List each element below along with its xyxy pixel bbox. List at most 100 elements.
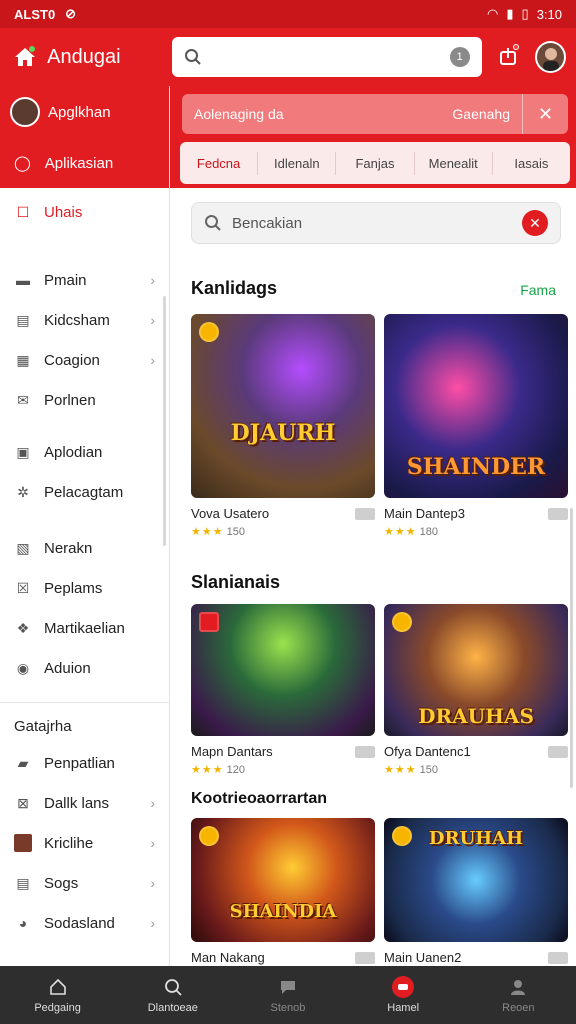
tab-1[interactable]: Idlenaln	[258, 151, 337, 175]
tab-2[interactable]: Fanjas	[336, 151, 415, 175]
bottom-nav: Pedgaing Dlantoeae Stenob Hamel Reoen	[0, 966, 576, 1024]
square-icon: ☐	[16, 203, 30, 220]
sidebar-item-7[interactable]: ☒ Peplams	[0, 568, 169, 608]
coin-icon	[392, 612, 412, 632]
home-outline-icon	[47, 976, 69, 998]
sidebar-item-label: Kidcsham	[44, 311, 110, 329]
sidebar-item-2[interactable]: ▦ Coagion ›	[0, 340, 169, 380]
sidebar-item-8[interactable]: ❖ Martikaelian	[0, 608, 169, 648]
game-name: Mapn Dantars	[191, 744, 273, 759]
section-title: Kanlidags	[191, 278, 278, 298]
sidebar-item-6[interactable]: ▧ Nerakn	[0, 528, 169, 568]
search-icon	[184, 49, 201, 65]
nav-item-0[interactable]: Pedgaing	[13, 976, 103, 1014]
card-rating: ★★★ 150	[384, 763, 568, 776]
close-icon[interactable]: ✕	[522, 94, 568, 134]
search-icon	[205, 215, 221, 231]
sidebar-section-item-4[interactable]: ◕ Sodasland ›	[0, 903, 169, 943]
sidebar-item-label: Peplams	[44, 579, 103, 597]
game-card[interactable]: SHAINDER Main Dantep3 ★★★ 180	[384, 314, 568, 538]
home-icon[interactable]	[10, 42, 39, 72]
sidebar-item-label: Kriclihe	[44, 834, 94, 852]
clear-icon[interactable]: ✕	[522, 210, 548, 236]
chevron-right-icon: ›	[150, 352, 155, 368]
game-logo: SHAINDER	[406, 453, 546, 480]
nav-label: Stenob	[270, 1002, 306, 1014]
game-card[interactable]: Mapn Dantars ★★★ 120	[191, 604, 375, 776]
sidebar-profile[interactable]: Apglkhan	[0, 86, 169, 138]
puzzle-icon: ✲	[17, 483, 29, 500]
carrier-label: ALST0	[14, 6, 56, 22]
share-icon[interactable]	[492, 40, 525, 74]
game-thumbnail: DRUHAH	[384, 818, 568, 942]
section-title: Kootrieoaorrartan	[191, 790, 328, 807]
search-chip[interactable]: Aolenaging da Gaenahg ✕	[182, 94, 568, 134]
card-name-row: Ofya Dantenc1	[384, 744, 568, 759]
sidebar-profile-label: Apglkhan	[48, 103, 111, 121]
tab-0[interactable]: Fedcna	[180, 151, 259, 175]
game-card[interactable]: SHAINDIA Man Nakang	[191, 818, 375, 965]
sidebar-section-item-2[interactable]: Kriclihe ›	[0, 823, 169, 863]
sidebar-item-3[interactable]: ✉ Porlnen	[0, 380, 169, 420]
game-card[interactable]: DRAUHAS Ofya Dantenc1 ★★★ 150	[384, 604, 568, 776]
nav-label: Hamel	[387, 1002, 420, 1014]
content-scrollbar[interactable]	[570, 508, 573, 788]
circle-icon: ◕	[18, 915, 28, 931]
game-logo: DJAURH	[230, 420, 336, 447]
chevron-right-icon: ›	[150, 835, 155, 851]
badge-icon	[199, 612, 219, 632]
book-icon: ▤	[16, 311, 30, 328]
game-card[interactable]: DJAURH Vova Usatero ★★★ 150	[191, 314, 375, 538]
nav-label: Reoen	[502, 1002, 535, 1014]
content-search-input[interactable]: Bencakian ✕	[191, 202, 561, 244]
sidebar-item-1[interactable]: ▤ Kidcsham ›	[0, 300, 169, 340]
game-logo: SHAINDIA	[229, 901, 337, 923]
sidebar-section-item-1[interactable]: ⊠ Dallk lans ›	[0, 783, 169, 823]
nav-item-3[interactable]: Hamel	[358, 976, 448, 1014]
game-card[interactable]: DRUHAH Main Uanen2	[384, 818, 568, 965]
sidebar-section-item-0[interactable]: ▰ Penpatlian	[0, 743, 169, 783]
chevron-right-icon: ›	[150, 272, 155, 288]
search-chip-right: Gaenahg	[452, 106, 510, 122]
sidebar-item-5[interactable]: ✲ Pelacagtam	[0, 472, 169, 512]
nav-item-1[interactable]: Dlantoeae	[128, 976, 218, 1014]
sidebar-item-9[interactable]: ◉ Aduion	[0, 648, 169, 688]
card-name-row: Main Uanen2	[384, 950, 568, 965]
grid-icon: ▦	[16, 351, 30, 368]
tab-4[interactable]: Iasais	[493, 152, 570, 175]
tag-icon	[548, 507, 568, 520]
top-app-bar: Andugai 1	[0, 28, 576, 86]
section-link[interactable]: Fama	[520, 282, 556, 298]
tab-3[interactable]: Menealit	[415, 151, 493, 175]
car-icon: ▰	[17, 754, 29, 771]
list-icon: ▤	[16, 874, 30, 891]
game-thumbnail: DJAURH	[191, 314, 375, 498]
category-tabs: Fedcna Idlenaln Fanjas Menealit Iasais	[180, 142, 570, 184]
sidebar-item-label: Dallk lans	[44, 794, 110, 812]
nav-item-2[interactable]: Stenob	[243, 976, 333, 1014]
sidebar-item-label: Sogs	[44, 874, 79, 892]
signal-icon: ▮	[506, 6, 514, 21]
avatar[interactable]	[534, 41, 566, 73]
chart-icon: ▧	[16, 539, 30, 556]
card-name-row: Man Nakang	[191, 950, 375, 965]
sidebar-divider	[0, 702, 169, 703]
sidebar-section-item-3[interactable]: ▤ Sogs ›	[0, 863, 169, 903]
rating-value: 120	[226, 764, 246, 776]
nav-item-4[interactable]: Reoen	[473, 976, 563, 1014]
card-rating: ★★★ 150	[191, 525, 375, 538]
chevron-right-icon: ›	[150, 312, 155, 328]
sidebar-app-label: Aplikasian	[44, 154, 114, 172]
game-thumbnail	[191, 604, 375, 736]
clock-label: 3:10	[536, 6, 562, 22]
sub-header: Aolenaging da Gaenahg ✕ Fedcna Idlenaln …	[170, 86, 576, 188]
sidebar-item-label: Pelacagtam	[44, 483, 124, 501]
sidebar-item-0[interactable]: ▬ Pmain ›	[0, 260, 169, 300]
sidebar-item-4[interactable]: ▣ Aplodian	[0, 432, 169, 472]
game-logo: DRAUHAS	[418, 704, 534, 729]
sidebar-item-active[interactable]: ☐ Uhais	[0, 192, 169, 232]
sidebar-app-item[interactable]: ◯ Aplikasian	[0, 138, 169, 188]
top-search-bar[interactable]: 1	[171, 37, 482, 77]
star-icons: ★★★	[191, 764, 224, 776]
sidebar-scrollbar[interactable]	[163, 296, 166, 546]
